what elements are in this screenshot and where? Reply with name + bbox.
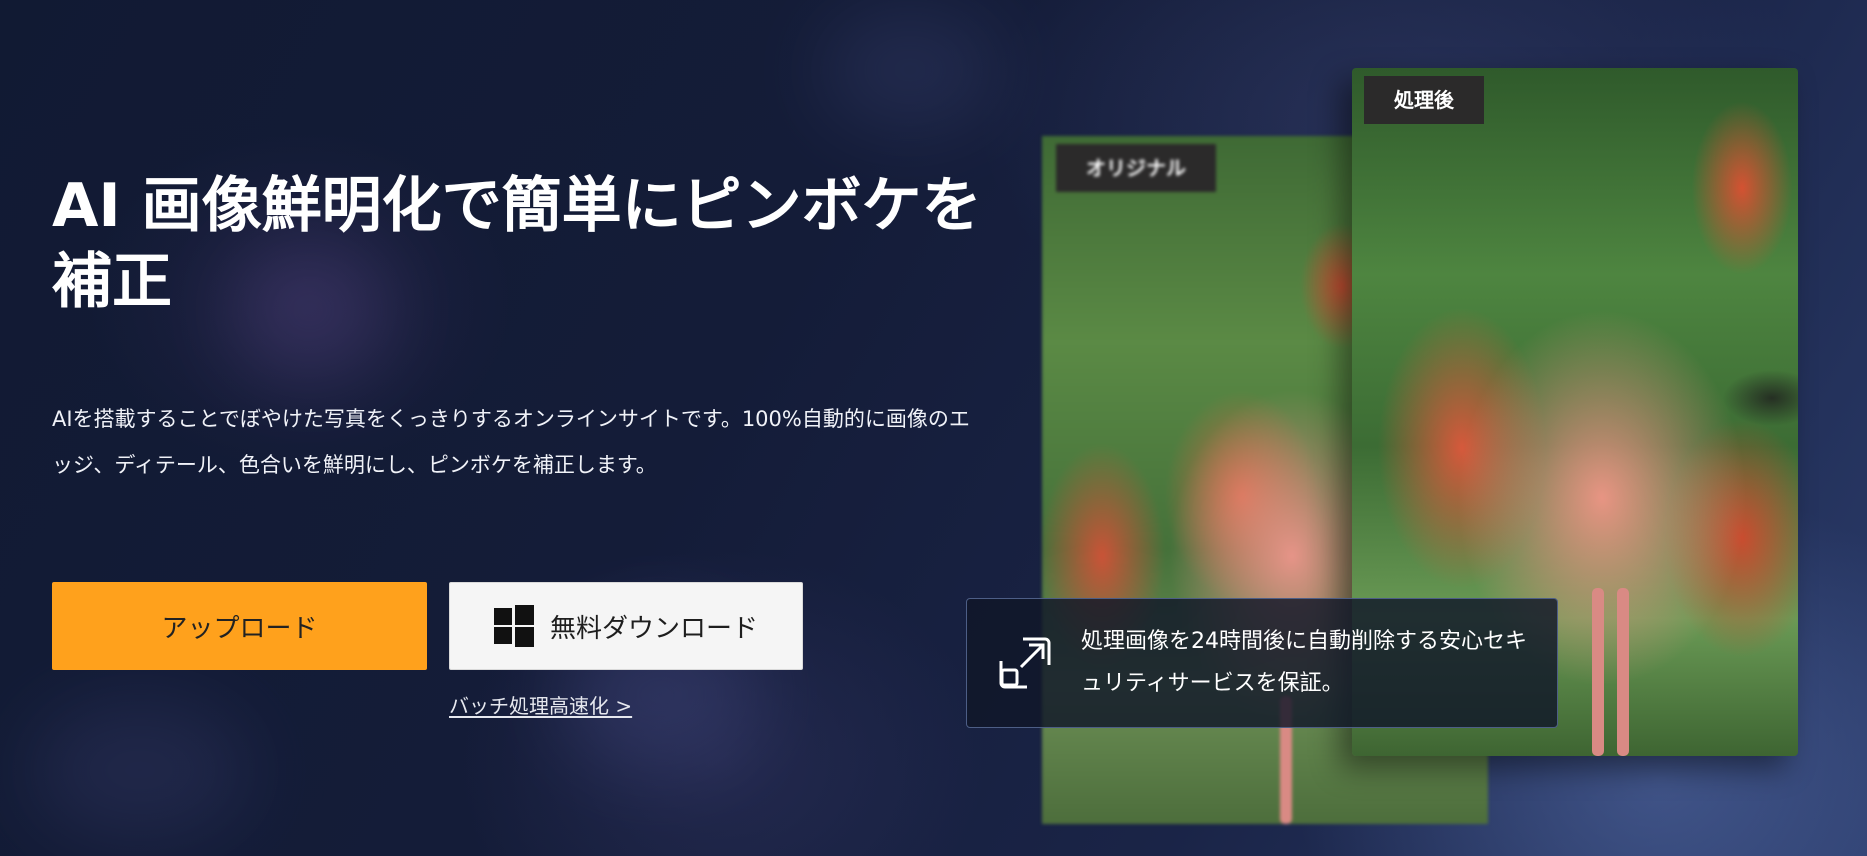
background-blob [30, 700, 250, 840]
batch-processing-link[interactable]: バッチ処理高速化 > [449, 690, 632, 719]
upload-button[interactable]: アップロード [52, 582, 427, 670]
windows-icon [493, 605, 534, 647]
open-external-icon [999, 637, 1051, 689]
flamingo-leg [1592, 588, 1604, 756]
page-title: AI 画像鮮明化で簡単にピンボケを補正 [52, 171, 982, 317]
processed-label: 処理後 [1364, 76, 1484, 124]
hero-description: AIを搭載することでぼやけた写真をくっきりするオンラインサイトです。100%自動… [52, 407, 970, 477]
flamingo-leg [1617, 588, 1629, 756]
free-download-button[interactable]: 無料ダウンロード [449, 582, 803, 670]
download-button-label: 無料ダウンロード [549, 613, 758, 644]
background-blob [820, 10, 1000, 130]
security-text: 処理画像を24時間後に自動削除する安心セキュリティサービスを保証。 [1081, 629, 1527, 696]
security-notice: 処理画像を24時間後に自動削除する安心セキュリティサービスを保証。 [966, 598, 1558, 728]
upload-button-label: アップロード [161, 613, 318, 644]
original-label: オリジナル [1056, 144, 1216, 192]
